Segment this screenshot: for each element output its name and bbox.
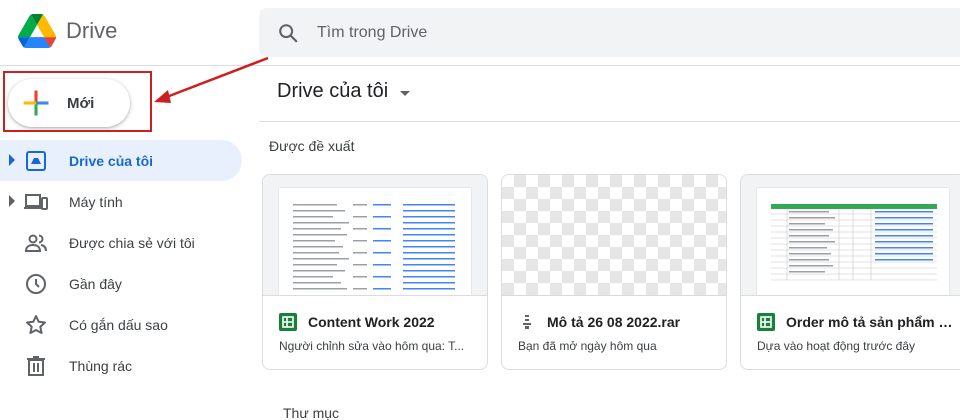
sidebar-item-computers[interactable]: Máy tính: [0, 181, 250, 222]
folders-section-label: Thư mục: [283, 405, 340, 420]
sidebar-item-label: Máy tính: [69, 193, 123, 210]
drive-logo[interactable]: Drive: [18, 14, 117, 48]
file-name: Order mô tả sản phẩm từ...: [786, 314, 954, 330]
sidebar-item-label: Gần đây: [69, 275, 122, 292]
sheets-icon: [279, 313, 297, 331]
expand-caret-icon[interactable]: [9, 154, 15, 166]
file-activity: Bạn đã mở ngày hôm qua: [518, 339, 657, 353]
archive-icon: [523, 315, 531, 329]
plus-icon: [23, 90, 49, 116]
my-drive-dropdown[interactable]: Drive của tôi: [277, 80, 411, 103]
sidebar-item-label: Drive của tôi: [69, 152, 154, 169]
suggested-file-card[interactable]: Mô tả 26 08 2022.rar Bạn đã mở ngày hôm …: [501, 174, 727, 370]
suggested-file-card[interactable]: Content Work 2022 Người chỉnh sửa vào hô…: [262, 174, 488, 370]
file-preview: [741, 175, 960, 296]
main-divider: [259, 121, 960, 122]
chevron-down-icon: [400, 90, 411, 96]
suggested-file-card[interactable]: Order mô tả sản phẩm từ... Dựa vào hoạt …: [740, 174, 960, 370]
sidebar-item-label: Có gắn dấu sao: [69, 316, 168, 333]
shared-people-icon: [24, 234, 47, 252]
sidebar-item-recent[interactable]: Gần đây: [0, 263, 250, 304]
clock-icon: [26, 274, 46, 294]
file-name: Mô tả 26 08 2022.rar: [547, 314, 681, 330]
spreadsheet-thumbnail: [771, 204, 937, 281]
trash-icon: [27, 356, 45, 376]
transparent-preview: [502, 175, 726, 295]
search-icon[interactable]: [277, 22, 299, 44]
file-preview: [502, 175, 726, 296]
sheets-icon: [757, 313, 775, 331]
expand-caret-icon[interactable]: [9, 195, 15, 207]
search-bar[interactable]: [259, 8, 960, 57]
file-activity: Dựa vào hoạt động trước đây: [757, 339, 916, 353]
header-divider: [0, 65, 960, 66]
my-drive-icon: [26, 151, 46, 171]
sidebar-item-label: Được chia sẻ với tôi: [69, 234, 195, 251]
new-button-label: Mới: [67, 94, 95, 112]
sidebar-item-trash[interactable]: Thùng rác: [0, 345, 250, 386]
page-title: Drive của tôi: [277, 80, 389, 102]
drive-logo-icon: [18, 14, 56, 48]
new-button[interactable]: Mới: [8, 79, 130, 127]
computer-icon: [24, 194, 48, 210]
app-name: Drive: [66, 18, 118, 43]
sidebar: Drive của tôi Máy tính Được chia sẻ với …: [0, 140, 250, 386]
star-icon: [26, 315, 46, 334]
search-input[interactable]: [317, 23, 817, 42]
file-preview: [263, 175, 487, 296]
suggested-section-label: Được đề xuất: [269, 138, 355, 154]
sidebar-item-my-drive[interactable]: Drive của tôi: [0, 140, 242, 181]
spreadsheet-thumbnail: [293, 204, 455, 290]
file-activity: Người chỉnh sửa vào hôm qua: T...: [279, 339, 465, 353]
file-name: Content Work 2022: [308, 314, 435, 330]
sidebar-item-shared-with-me[interactable]: Được chia sẻ với tôi: [0, 222, 250, 263]
sidebar-item-label: Thùng rác: [69, 357, 133, 374]
sidebar-item-starred[interactable]: Có gắn dấu sao: [0, 304, 250, 345]
